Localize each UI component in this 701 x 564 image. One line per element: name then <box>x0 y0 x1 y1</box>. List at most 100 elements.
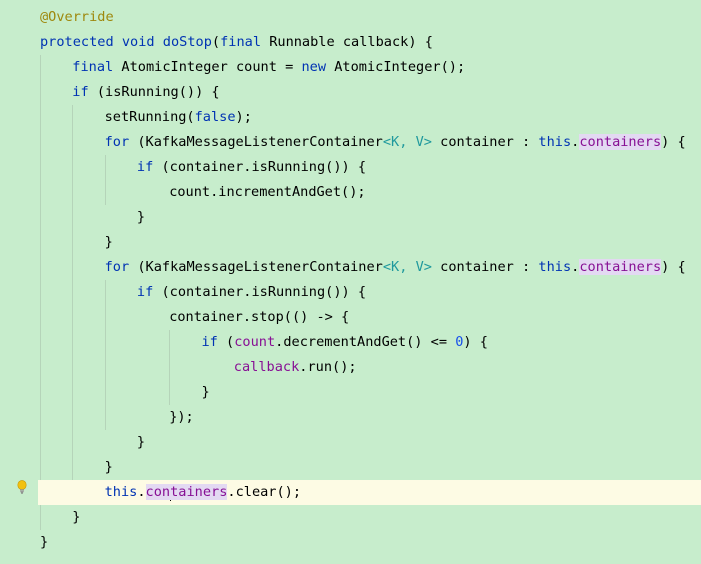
code-token: . <box>137 484 146 500</box>
code-token: .decrementAndGet() <= <box>275 334 456 350</box>
lightbulb-icon[interactable] <box>17 480 27 494</box>
code-text: setRunning(false); <box>105 105 252 130</box>
code-text: callback.run(); <box>234 355 357 380</box>
code-token: if <box>201 334 218 350</box>
code-text: } <box>105 455 113 480</box>
code-line[interactable]: callback.run(); <box>0 355 701 380</box>
code-line[interactable]: } <box>0 530 701 555</box>
code-line[interactable]: } <box>0 505 701 530</box>
code-token: this <box>538 134 572 150</box>
code-token: ( <box>211 34 221 50</box>
code-line[interactable]: } <box>0 430 701 455</box>
code-line[interactable]: }); <box>0 405 701 430</box>
code-text: } <box>202 380 210 405</box>
code-token: false <box>194 109 236 125</box>
code-token: con <box>145 484 171 500</box>
code-token: count <box>234 334 276 350</box>
code-text: for (KafkaMessageListenerContainer<K, V>… <box>105 130 686 155</box>
code-editor[interactable]: @Override protected void doStop(final Run… <box>0 0 701 564</box>
code-token: } <box>136 209 146 225</box>
code-token: } <box>40 534 49 550</box>
code-token: ( <box>217 334 235 350</box>
code-token: if <box>136 159 154 175</box>
code-token: container.stop(() -> { <box>169 309 350 325</box>
code-token: (container.isRunning()) { <box>153 284 367 300</box>
code-line[interactable]: if (count.decrementAndGet() <= 0) { <box>0 330 701 355</box>
code-token: if <box>136 284 154 300</box>
code-token: } <box>104 459 113 475</box>
code-text: this.containers.clear(); <box>105 480 301 505</box>
code-text: @Override <box>40 5 114 30</box>
code-text: count.incrementAndGet(); <box>169 180 365 205</box>
code-token: containers <box>579 259 662 275</box>
code-line[interactable]: setRunning(false); <box>0 105 701 130</box>
code-token: container : <box>431 259 539 275</box>
code-token: AtomicInteger(); <box>326 59 466 75</box>
code-token: } <box>201 384 210 400</box>
code-token: final <box>220 34 262 50</box>
code-token: setRunning( <box>104 109 195 125</box>
code-token: containers <box>579 134 662 150</box>
code-line[interactable]: count.incrementAndGet(); <box>0 180 701 205</box>
code-token: callback <box>233 359 300 375</box>
code-line[interactable]: if (container.isRunning()) { <box>0 155 701 180</box>
code-token: @Override <box>40 9 114 25</box>
code-line[interactable]: protected void doStop(final Runnable cal… <box>0 30 701 55</box>
code-token: (container.isRunning()) { <box>153 159 367 175</box>
code-line[interactable]: } <box>0 205 701 230</box>
code-text: final AtomicInteger count = new AtomicIn… <box>72 55 465 80</box>
code-line[interactable]: if (container.isRunning()) { <box>0 280 701 305</box>
code-token: (isRunning()) { <box>88 84 220 100</box>
code-line[interactable]: for (KafkaMessageListenerContainer<K, V>… <box>0 255 701 280</box>
code-token: final <box>72 59 114 75</box>
code-text: if (count.decrementAndGet() <= 0) { <box>202 330 488 355</box>
code-text: } <box>72 505 80 530</box>
code-text: }); <box>169 405 194 430</box>
code-text: if (container.isRunning()) { <box>137 155 366 180</box>
code-text: } <box>137 205 145 230</box>
code-token: container : <box>431 134 539 150</box>
code-token: .clear(); <box>227 484 302 500</box>
code-text: if (isRunning()) { <box>72 80 219 105</box>
code-line[interactable]: } <box>0 230 701 255</box>
code-token: count.incrementAndGet(); <box>169 184 366 200</box>
code-token: }); <box>169 409 194 425</box>
code-line[interactable]: if (isRunning()) { <box>0 80 701 105</box>
code-token: this <box>104 484 138 500</box>
code-token: Runnable callback) { <box>261 34 433 50</box>
code-token: ); <box>235 109 252 125</box>
code-text: for (KafkaMessageListenerContainer<K, V>… <box>105 255 686 280</box>
code-token: void <box>121 34 155 50</box>
code-token: for <box>104 134 130 150</box>
code-token: for <box>104 259 130 275</box>
code-token: } <box>136 434 146 450</box>
code-text: } <box>40 530 48 555</box>
code-token: tainers <box>170 484 228 500</box>
code-token: protected <box>40 34 114 50</box>
code-token: } <box>104 234 113 250</box>
code-token: .run(); <box>299 359 357 375</box>
code-line[interactable]: @Override <box>0 5 701 30</box>
code-line[interactable]: for (KafkaMessageListenerContainer<K, V>… <box>0 130 701 155</box>
code-token: new <box>301 59 327 75</box>
code-token: this <box>538 259 572 275</box>
code-line[interactable]: final AtomicInteger count = new AtomicIn… <box>0 55 701 80</box>
code-text: } <box>105 230 113 255</box>
code-line-current[interactable]: this.containers.clear(); <box>38 480 701 505</box>
code-text: container.stop(() -> { <box>169 305 349 330</box>
code-line[interactable]: container.stop(() -> { <box>0 305 701 330</box>
code-token: doStop <box>162 34 212 50</box>
code-token: ) { <box>661 134 686 150</box>
code-text: } <box>137 430 145 455</box>
code-token: (KafkaMessageListenerContainer <box>129 134 383 150</box>
code-text: if (container.isRunning()) { <box>137 280 366 305</box>
code-token: <K, V> <box>382 134 432 150</box>
code-token: <K, V> <box>382 259 432 275</box>
code-line[interactable]: } <box>0 380 701 405</box>
code-token: } <box>72 509 81 525</box>
code-token: if <box>72 84 89 100</box>
code-line[interactable]: } <box>0 455 701 480</box>
code-token: ) { <box>463 334 488 350</box>
